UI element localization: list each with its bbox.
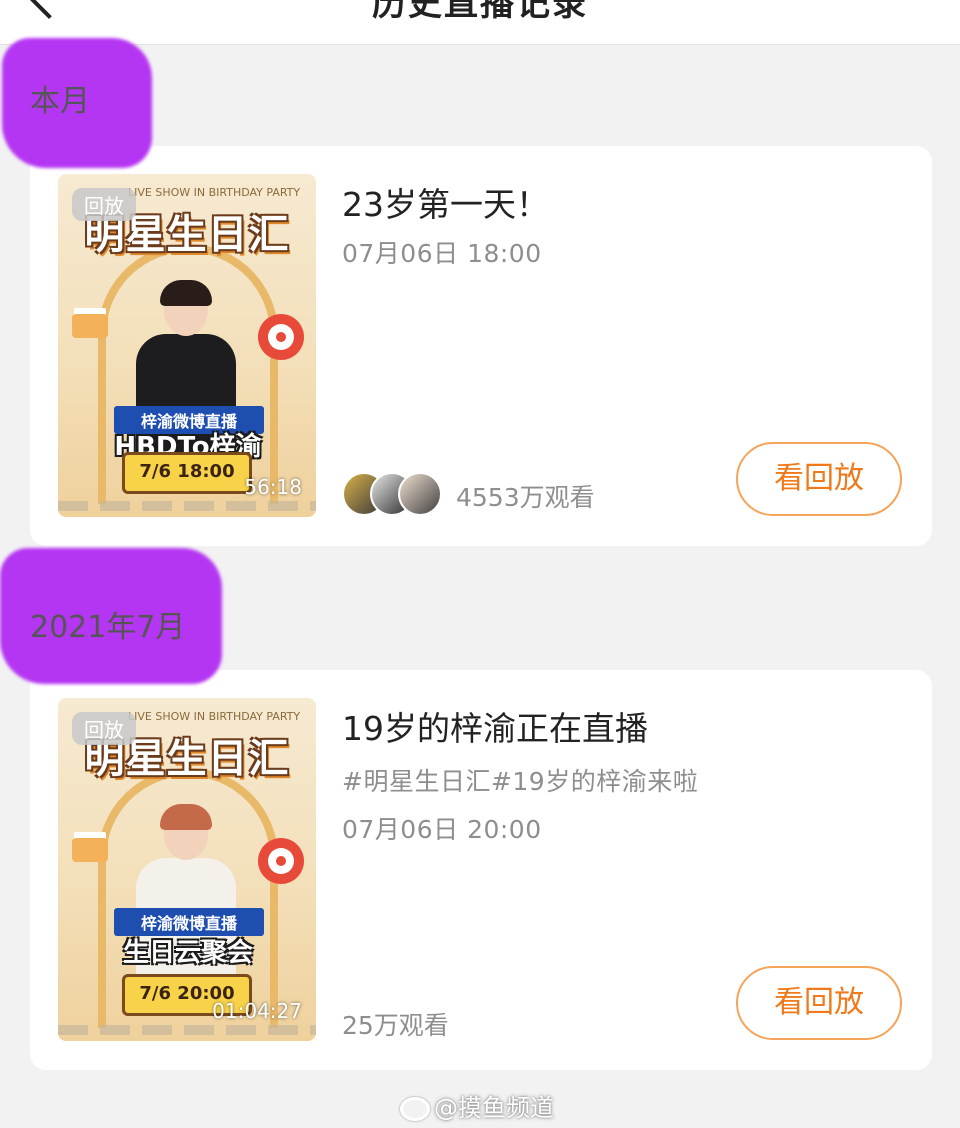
duration-label: 01:04:27 [212, 999, 302, 1023]
cake-icon [72, 314, 108, 338]
live-time: 07月06日 18:00 [342, 239, 542, 268]
poster-top-text: LIVE SHOW IN BIRTHDAY PARTY [128, 710, 301, 723]
duration-label: 56:18 [244, 475, 302, 499]
watch-replay-button[interactable]: 看回放 [736, 442, 902, 516]
section-label-this-month: 本月 [30, 84, 90, 119]
watch-replay-button[interactable]: 看回放 [736, 966, 902, 1040]
avatar [398, 472, 442, 516]
watermark-text: @摸鱼频道 [434, 1094, 554, 1122]
view-count: 25万观看 [342, 1011, 449, 1040]
weibo-icon [400, 1097, 430, 1121]
view-count: 4553万观看 [456, 483, 595, 512]
live-title[interactable]: 19岁的梓渝正在直播 [342, 702, 648, 750]
top-nav-bar: 历史直播记录 [0, 0, 960, 45]
live-time: 07月06日 20:00 [342, 815, 542, 844]
live-title[interactable]: 23岁第一天！ [342, 178, 549, 226]
live-tags[interactable]: #明星生日汇#19岁的梓渝来啦 [342, 762, 698, 798]
mascot-icon [258, 314, 304, 360]
poster-date-box: 7/6 18:00 [122, 452, 252, 494]
weibo-watermark: @摸鱼频道 [400, 1088, 554, 1123]
replay-thumbnail[interactable]: LIVE SHOW IN BIRTHDAY PARTY 明星生日汇 梓渝微博直播… [58, 174, 316, 517]
cake-icon [72, 838, 108, 862]
replay-thumbnail[interactable]: LIVE SHOW IN BIRTHDAY PARTY 明星生日汇 梓渝微博直播… [58, 698, 316, 1041]
replay-badge: 回放 [72, 188, 136, 221]
mascot-icon [258, 838, 304, 884]
viewer-avatars [342, 472, 448, 516]
replay-badge: 回放 [72, 712, 136, 745]
replay-card[interactable]: LIVE SHOW IN BIRTHDAY PARTY 明星生日汇 梓渝微博直播… [30, 146, 932, 546]
section-label-july-2021: 2021年7月 [30, 610, 186, 645]
sponsor-logos [58, 501, 316, 511]
sponsor-logos [58, 1025, 316, 1035]
replay-card[interactable]: LIVE SHOW IN BIRTHDAY PARTY 明星生日汇 梓渝微博直播… [30, 670, 932, 1070]
poster-top-text: LIVE SHOW IN BIRTHDAY PARTY [128, 186, 301, 199]
page-title: 历史直播记录 [372, 0, 588, 24]
poster-main-text: 生日云聚会 [122, 938, 253, 968]
